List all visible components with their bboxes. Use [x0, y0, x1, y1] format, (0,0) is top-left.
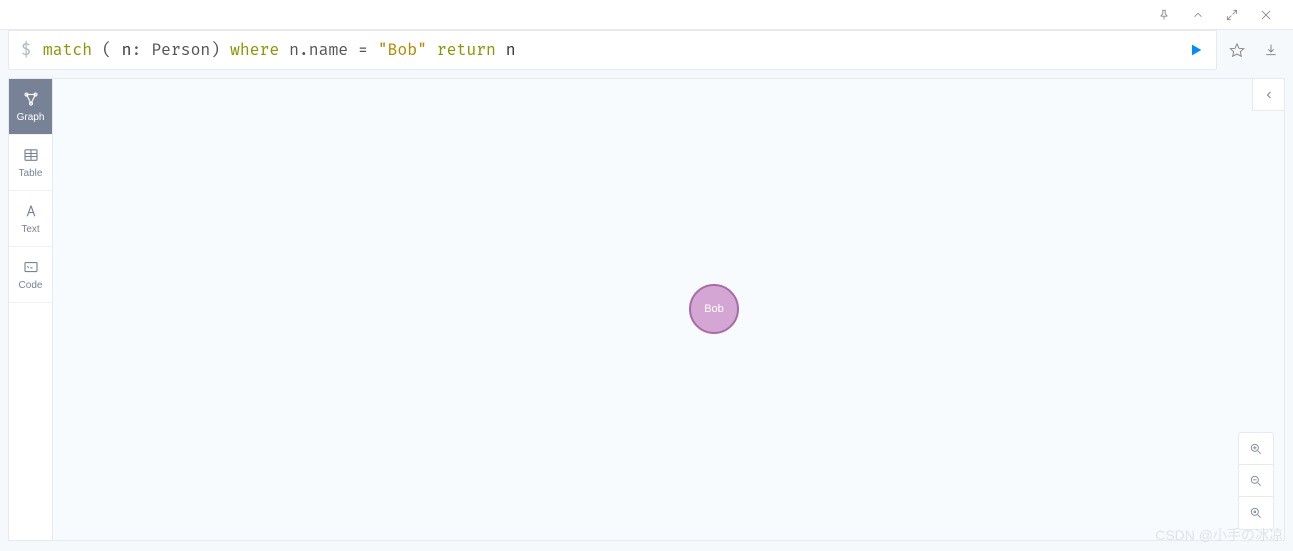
query-editor-row: $ match ( n: Person) where n.name = "Bob… [8, 30, 1285, 70]
expand-icon[interactable] [1225, 8, 1239, 22]
graph-canvas[interactable]: Bob [53, 79, 1284, 540]
zoom-out-button[interactable] [1239, 465, 1273, 497]
zoom-in-button[interactable] [1239, 433, 1273, 465]
zoom-fit-button[interactable] [1239, 497, 1273, 529]
tab-label: Table [19, 168, 43, 179]
tab-text[interactable]: Text [9, 191, 52, 247]
tab-label: Text [21, 224, 39, 235]
query-side-actions [1223, 30, 1285, 70]
run-query-button[interactable] [1184, 31, 1208, 69]
tab-label: Code [19, 280, 43, 291]
prompt-sign: $ [21, 40, 31, 60]
query-text[interactable]: match ( n: Person) where n.name = "Bob" … [43, 40, 1184, 60]
favorite-icon[interactable] [1229, 42, 1245, 58]
tab-graph[interactable]: Graph [9, 79, 52, 135]
result-frame: Graph Table Text Code Bob [8, 78, 1285, 541]
collapse-panel-button[interactable] [1252, 79, 1284, 111]
tab-table[interactable]: Table [9, 135, 52, 191]
graph-node-bob[interactable]: Bob [689, 284, 739, 334]
zoom-controls [1238, 432, 1274, 530]
tab-code[interactable]: Code [9, 247, 52, 303]
close-icon[interactable] [1259, 8, 1273, 22]
node-label: Bob [704, 303, 724, 315]
view-tabs: Graph Table Text Code [9, 79, 53, 540]
download-icon[interactable] [1263, 42, 1279, 58]
tab-label: Graph [17, 112, 45, 123]
window-controls [0, 0, 1293, 30]
query-editor[interactable]: $ match ( n: Person) where n.name = "Bob… [8, 30, 1217, 70]
pin-icon[interactable] [1157, 8, 1171, 22]
chevron-up-icon[interactable] [1191, 8, 1205, 22]
